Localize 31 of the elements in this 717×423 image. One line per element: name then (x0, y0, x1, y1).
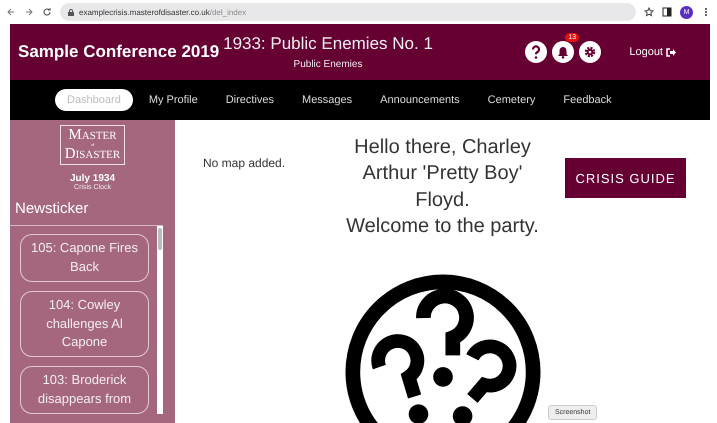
nav-tab[interactable]: Announcements (368, 89, 472, 111)
nav-tab[interactable]: Directives (214, 89, 286, 111)
bell-icon[interactable] (552, 41, 574, 63)
star-icon[interactable] (644, 7, 654, 17)
crisis-title: 1933: Public Enemies No. 1 (223, 34, 433, 54)
lock-icon (68, 8, 74, 16)
map-note: No map added. (202, 155, 286, 172)
nav-tab[interactable]: My Profile (136, 89, 210, 111)
news-item[interactable]: 103: Broderick disappears from (20, 366, 149, 414)
news-item[interactable]: 104: Cowley challenges Al Capone (20, 290, 149, 358)
forward-icon[interactable] (24, 7, 34, 17)
help-icon[interactable] (525, 41, 548, 63)
nav-tab[interactable]: Feedback (551, 89, 624, 111)
logout-link[interactable]: Logout (629, 46, 676, 58)
crisis-guide-button[interactable]: CRISIS GUIDE (565, 158, 686, 198)
news-item[interactable]: 105: Capone Fires Back (20, 234, 149, 282)
nav-tab[interactable]: Messages (290, 89, 364, 111)
back-icon[interactable] (6, 7, 16, 17)
greeting: Hello there, Charley Arthur 'Pretty Boy' Floyd. (353, 135, 532, 213)
logout-icon (666, 48, 676, 56)
sidebar-icon[interactable] (662, 7, 672, 17)
nav-tab[interactable]: Cemetery (476, 89, 548, 111)
scrollbar[interactable] (157, 226, 163, 414)
committee-name: Public Enemies (294, 59, 362, 70)
question-marks-icon (344, 274, 540, 423)
address-bar[interactable]: examplecrisis.masterofdisaster.co.uk/del_index (60, 3, 636, 21)
welcome-text: Welcome to the party. (346, 215, 539, 238)
crisis-date: July 1934 (70, 173, 116, 184)
newsticker-heading: Newsticker (15, 200, 88, 217)
settings-icon[interactable] (579, 41, 602, 63)
reload-icon[interactable] (42, 7, 52, 17)
